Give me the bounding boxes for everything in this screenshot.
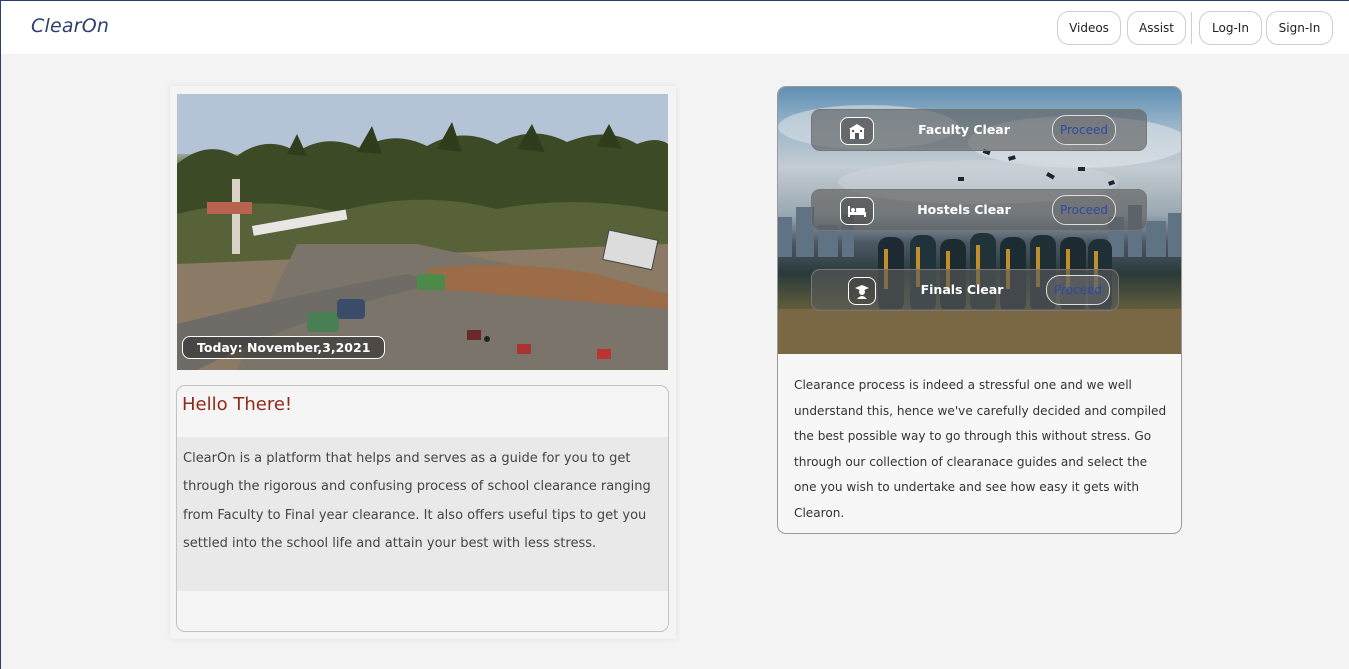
graduate-icon [848, 277, 876, 305]
brand-logo[interactable]: ClearOn [31, 15, 109, 37]
nav-divider [1191, 12, 1192, 44]
welcome-card: Today: November,3,2021 Hello There! Clea… [170, 86, 676, 639]
hostels-clear-label: Hostels Clear [917, 202, 1011, 217]
building-icon [840, 117, 874, 145]
videos-button[interactable]: Videos [1057, 11, 1121, 45]
clearance-description: Clearance process is indeed a stressful … [794, 378, 1167, 520]
faculty-clear-row: Faculty Clear Proceed [811, 109, 1147, 151]
date-badge: Today: November,3,2021 [182, 336, 386, 359]
intro-box: Hello There! ClearOn is a platform that … [176, 385, 669, 632]
graduation-hero-image: Faculty Clear Proceed Hostels Clear Proc… [778, 87, 1181, 354]
finals-proceed-button[interactable]: Proceed [1046, 275, 1110, 305]
faculty-clear-label: Faculty Clear [918, 122, 1010, 137]
signup-button[interactable]: Sign-In [1266, 11, 1333, 45]
finals-clear-label: Finals Clear [920, 282, 1004, 297]
campus-illustration [177, 94, 668, 370]
intro-paragraph: ClearOn is a platform that helps and ser… [183, 451, 651, 552]
graduate-icon-glyph [855, 285, 869, 299]
bed-icon-glyph [848, 206, 866, 217]
assist-button[interactable]: Assist [1127, 11, 1186, 45]
top-navbar: ClearOn Videos Assist Log-In Sign-In [1, 1, 1349, 54]
hostels-proceed-button[interactable]: Proceed [1052, 195, 1116, 225]
campus-photo: Today: November,3,2021 [177, 94, 668, 370]
login-button[interactable]: Log-In [1199, 11, 1262, 45]
intro-text-panel: ClearOn is a platform that helps and ser… [177, 437, 668, 591]
hello-heading: Hello There! [182, 394, 293, 415]
bed-icon [840, 197, 874, 225]
finals-clear-row: Finals Clear Proceed [811, 269, 1119, 311]
building-icon-glyph [849, 124, 865, 139]
clearance-card: Faculty Clear Proceed Hostels Clear Proc… [777, 86, 1182, 534]
hostels-clear-row: Hostels Clear Proceed [811, 189, 1147, 231]
faculty-proceed-button[interactable]: Proceed [1052, 115, 1116, 145]
